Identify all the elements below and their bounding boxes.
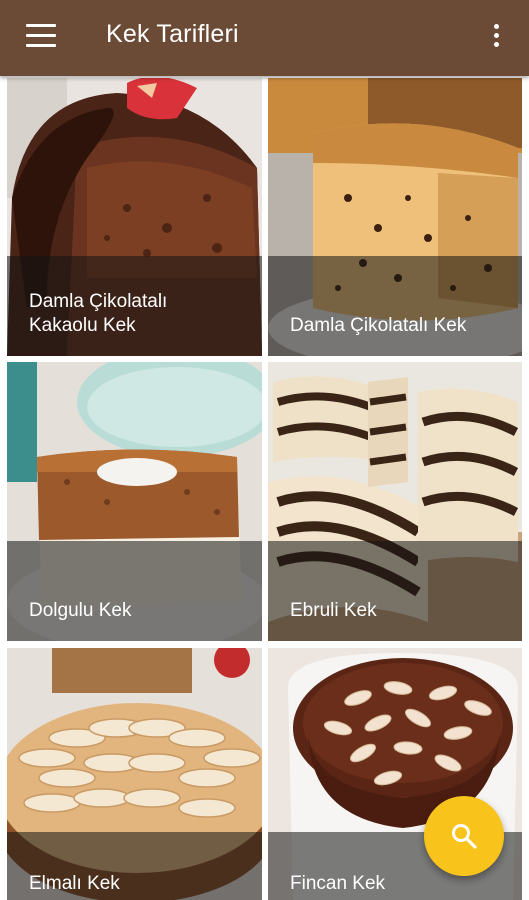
- recipe-title: Ebruli Kek: [290, 600, 377, 621]
- recipe-caption: Elmalı Kek: [7, 832, 262, 900]
- recipe-caption: Damla Çikolatalı Kakaolu Kek: [7, 256, 262, 356]
- recipe-caption: Dolgulu Kek: [7, 541, 262, 641]
- recipe-caption: Damla Çikolatalı Kek: [268, 256, 522, 356]
- recipe-card-ebruli-kek[interactable]: Ebruli Kek: [268, 362, 522, 641]
- recipe-title-line-2: Kakaolu Kek: [29, 315, 136, 336]
- app-title: Kek Tarifleri: [106, 20, 239, 48]
- recipe-card-elmali-kek[interactable]: Elmalı Kek: [7, 648, 262, 900]
- overflow-menu-button[interactable]: [488, 22, 504, 50]
- hamburger-menu-icon: [26, 24, 56, 27]
- recipe-title: Elmalı Kek: [29, 873, 120, 894]
- search-fab-button[interactable]: [424, 796, 504, 876]
- recipe-title: Damla Çikolatalı Kek: [290, 315, 467, 336]
- menu-button[interactable]: [26, 24, 56, 48]
- recipe-caption: Ebruli Kek: [268, 541, 522, 641]
- recipe-card-damla-cikolatali-kek[interactable]: Damla Çikolatalı Kek: [268, 78, 522, 356]
- recipe-grid: Damla Çikolatalı Kakaolu Kek Damla Çikol…: [0, 76, 529, 900]
- recipe-card-dolgulu-kek[interactable]: Dolgulu Kek: [7, 362, 262, 641]
- hamburger-menu-icon-line: [26, 44, 56, 47]
- more-vert-icon: [494, 24, 499, 29]
- recipe-title-line-1: Damla Çikolatalı: [29, 291, 168, 312]
- recipe-title: Dolgulu Kek: [29, 600, 132, 621]
- more-vert-icon-dot: [494, 33, 499, 38]
- more-vert-icon-dot: [494, 42, 499, 47]
- search-icon: [452, 824, 477, 849]
- recipe-title: Fincan Kek: [290, 873, 386, 894]
- app-bar: Kek Tarifleri: [0, 0, 529, 76]
- recipe-card-damla-cikolatali-kakaolu-kek[interactable]: Damla Çikolatalı Kakaolu Kek: [7, 78, 262, 356]
- hamburger-menu-icon-line: [26, 34, 56, 37]
